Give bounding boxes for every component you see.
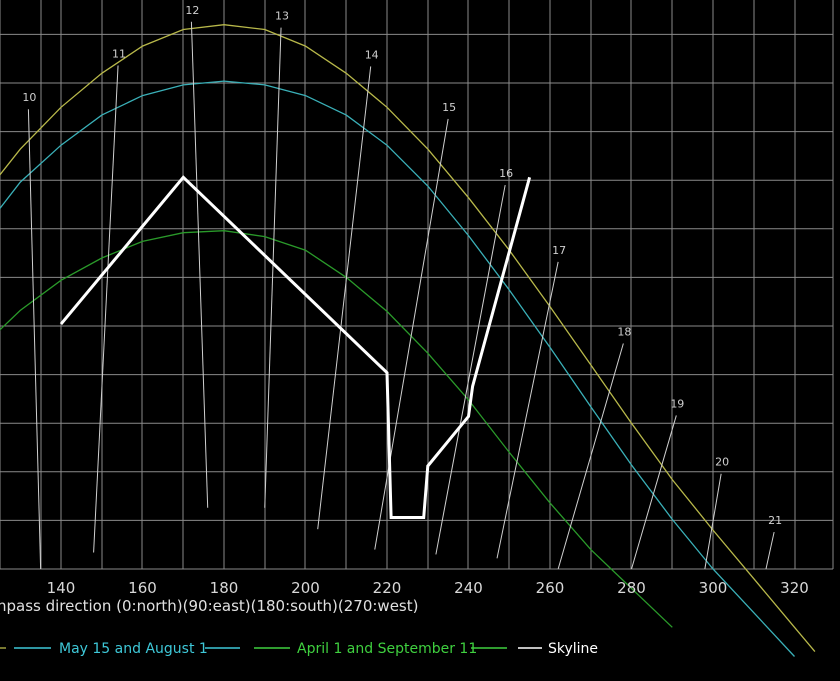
legend-label-1: May 15 and August 1 <box>59 641 208 657</box>
hour-label-14: 14 <box>365 48 379 61</box>
hour-label-15: 15 <box>442 101 456 114</box>
legend-label-2: April 1 and September 11 <box>297 641 477 657</box>
hour-label-19: 19 <box>670 397 684 410</box>
x-tick-320: 320 <box>780 579 809 597</box>
legend-label-3: Skyline <box>548 641 598 657</box>
x-tick-300: 300 <box>699 579 728 597</box>
x-tick-180: 180 <box>210 579 239 597</box>
hour-label-11: 11 <box>112 48 126 61</box>
x-tick-140: 140 <box>47 579 76 597</box>
x-tick-220: 220 <box>373 579 402 597</box>
hour-label-21: 21 <box>768 514 782 527</box>
x-tick-260: 260 <box>536 579 565 597</box>
x-tick-280: 280 <box>617 579 646 597</box>
x-tick-200: 200 <box>291 579 320 597</box>
x-tick-240: 240 <box>454 579 483 597</box>
hour-label-13: 13 <box>275 10 289 23</box>
hour-label-18: 18 <box>617 325 631 338</box>
hour-label-20: 20 <box>715 456 729 469</box>
x-tick-160: 160 <box>128 579 157 597</box>
hour-label-17: 17 <box>552 244 566 257</box>
hour-label-16: 16 <box>499 167 513 180</box>
x-axis-label: npass direction (0:north)(90:east)(180:s… <box>0 597 418 615</box>
hour-label-10: 10 <box>22 91 36 104</box>
hour-label-12: 12 <box>185 4 199 17</box>
sun-path-chart: 10 11 12 13 14 15 16 17 18 19 20 21 140 160 180 200 220… <box>0 0 840 681</box>
